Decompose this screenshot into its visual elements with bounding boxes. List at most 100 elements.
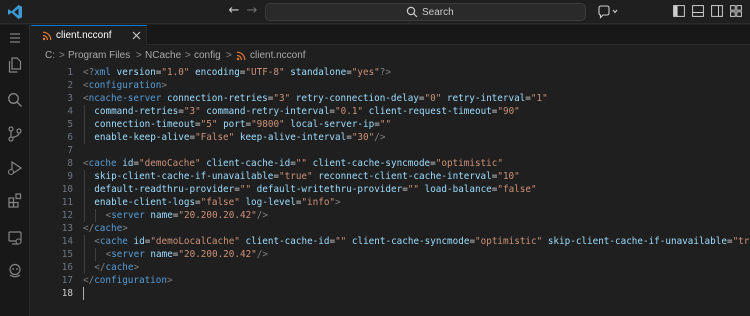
- breadcrumb-program-files[interactable]: Program Files: [68, 48, 130, 64]
- breadcrumb-config[interactable]: config: [194, 48, 221, 64]
- explorer-icon[interactable]: [6, 56, 24, 74]
- code-token: >: [122, 223, 128, 234]
- code-token: retry-interval: [446, 93, 526, 104]
- code-token: >: [133, 262, 140, 273]
- code-token: "30": [351, 132, 375, 143]
- code-token: skip-client-cache-if-unavailable: [94, 171, 274, 182]
- command-center-search[interactable]: Search: [265, 3, 586, 21]
- code-token: "5": [200, 119, 218, 130]
- code-token: "demoLocalCache": [150, 236, 240, 247]
- code-line: </cache>: [94, 261, 139, 274]
- indent-guide: [84, 261, 85, 274]
- code-token: id: [122, 158, 134, 169]
- code-token: command-retries: [94, 106, 179, 117]
- code-line: connection-timeout="5" port="9800" local…: [94, 118, 391, 131]
- code-token: >: [335, 197, 341, 208]
- breadcrumb-file[interactable]: client.ncconf: [250, 48, 306, 64]
- code-token: "9800": [251, 119, 285, 130]
- customize-layout-icon[interactable]: [730, 5, 742, 17]
- line-number: 11: [61, 197, 73, 208]
- code-token: "3": [273, 93, 291, 104]
- code-token: ?>: [379, 67, 391, 78]
- search-icon: [406, 6, 418, 18]
- close-icon[interactable]: [132, 31, 141, 40]
- code-token: cache: [94, 223, 123, 234]
- code-line: <cache id="demoCache" client-cache-id=""…: [83, 157, 503, 170]
- code-token: connection-retries: [166, 93, 268, 104]
- arrow-left-icon[interactable]: ←: [226, 3, 242, 19]
- code-token: port: [223, 119, 246, 130]
- code-token: skip-client-cache-if-unavailable: [547, 236, 727, 247]
- toggle-secondary-sidebar-icon[interactable]: [711, 5, 723, 17]
- code-token: local-server-ip: [290, 119, 375, 130]
- code-line: <ncache-server connection-retries="3" re…: [83, 92, 548, 105]
- code-token: default-writethru-provider: [256, 184, 403, 195]
- arrow-right-icon[interactable]: →: [244, 3, 260, 19]
- code-token: "false": [497, 184, 537, 195]
- line-number: 6: [67, 132, 73, 143]
- line-number: 1: [67, 67, 73, 78]
- code-token: "90": [497, 106, 520, 117]
- code-token: >: [161, 80, 167, 91]
- accounts-icon[interactable]: [6, 261, 24, 279]
- copilot-icon[interactable]: [596, 4, 620, 20]
- menu-icon[interactable]: [6, 29, 24, 47]
- title-bar: ← → Search: [0, 0, 750, 24]
- code-token: default-readthru-provider: [94, 184, 235, 195]
- code-line: </configuration>: [83, 274, 173, 287]
- code-line: <?xml version="1.0" encoding="UTF-8" sta…: [83, 66, 391, 79]
- code-token: "UTF-8": [245, 67, 285, 78]
- code-token: xml: [94, 67, 111, 78]
- code-token: </: [94, 262, 106, 273]
- code-token: />: [256, 210, 268, 221]
- code-token: "20.200.20.42": [178, 210, 257, 221]
- run-debug-icon[interactable]: [6, 159, 24, 177]
- search-icon[interactable]: [6, 91, 24, 109]
- code-token: log-level: [245, 197, 296, 208]
- code-token: "0.1": [335, 106, 364, 117]
- code-token: configuration: [94, 275, 167, 286]
- code-token: client-cache-syncmode: [351, 236, 470, 247]
- code-token: ncache-server: [88, 93, 162, 104]
- code-token: "0": [424, 93, 442, 104]
- breadcrumb-ncache[interactable]: NCache: [145, 48, 181, 64]
- line-number: 17: [61, 275, 73, 286]
- code-token: "": [335, 236, 347, 247]
- line-number: 10: [61, 184, 73, 195]
- code-token: "true": [279, 171, 313, 182]
- line-number: 14: [61, 236, 73, 247]
- code-line: <server name="20.200.20.42"/>: [106, 248, 268, 261]
- code-token: standalone: [290, 67, 347, 78]
- code-token: load-balance: [424, 184, 492, 195]
- toggle-panel-icon[interactable]: [692, 5, 704, 17]
- tab-client-ncconf[interactable]: client.ncconf: [31, 25, 147, 45]
- code-line: default-readthru-provider="" default-wri…: [94, 183, 536, 196]
- indent-guide: [84, 248, 85, 261]
- code-token: "optimistic": [475, 236, 543, 247]
- code-line: <server name="20.200.20.42"/>: [106, 209, 268, 222]
- code-token: "3": [183, 106, 201, 117]
- code-token: cache: [88, 158, 117, 169]
- code-token: name: [150, 249, 173, 260]
- code-token: client-cache-syncmode: [312, 158, 431, 169]
- code-editor[interactable]: 1 2 3 4 5 6 7 8 9 10 11 12 13 14 15 16 17 18 <?xml versio…: [31, 64, 750, 316]
- remote-explorer-icon[interactable]: [6, 229, 24, 247]
- indent-guide: [84, 235, 85, 248]
- code-token: cache: [105, 262, 134, 273]
- code-token: "10": [497, 171, 520, 182]
- breadcrumb-drive[interactable]: C:: [45, 48, 55, 64]
- code-token: client-cache-id: [245, 236, 330, 247]
- extensions-icon[interactable]: [6, 191, 24, 209]
- toggle-primary-sidebar-icon[interactable]: [673, 5, 685, 17]
- editor-tab-bar: client.ncconf: [31, 25, 750, 45]
- line-number: 9: [67, 171, 73, 182]
- code-token: "": [407, 184, 419, 195]
- code-token: />: [256, 249, 268, 260]
- code-token: </: [83, 223, 95, 234]
- code-line: enable-keep-alive="False" keep-alive-int…: [94, 131, 385, 144]
- code-token: "true": [732, 236, 750, 247]
- line-number: 13: [61, 223, 73, 234]
- source-control-icon[interactable]: [6, 125, 24, 143]
- code-token: server: [111, 249, 145, 260]
- code-line: skip-client-cache-if-unavailable="true" …: [94, 170, 519, 183]
